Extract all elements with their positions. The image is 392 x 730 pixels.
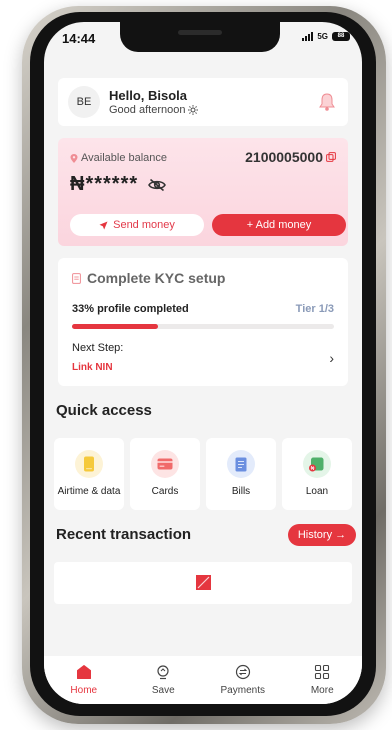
- svg-text:₦: ₦: [311, 466, 315, 472]
- kyc-progress-fill: [72, 324, 159, 329]
- location-pin-icon: [70, 153, 78, 163]
- nav-save[interactable]: Save: [124, 656, 204, 704]
- eye-off-icon[interactable]: [148, 178, 167, 192]
- nav-label: Home: [70, 685, 98, 696]
- bell-icon[interactable]: [318, 92, 336, 112]
- quick-access-loan[interactable]: ₦ Loan: [282, 438, 352, 510]
- nav-home[interactable]: Home: [44, 656, 124, 704]
- kyc-title: Complete KYC setup: [72, 270, 225, 286]
- loan-wallet-icon: ₦: [309, 457, 324, 472]
- qa-label: Bills: [231, 486, 251, 497]
- app-screen: 14:44 5G 88 BE Hello, Bisola Good aftern…: [44, 22, 362, 704]
- quick-access-cards[interactable]: Cards: [130, 438, 200, 510]
- grid-icon: [315, 664, 330, 680]
- add-money-label: + Add money: [246, 219, 312, 231]
- send-icon: [99, 221, 108, 229]
- bill-icon: [235, 457, 247, 471]
- balance-amount-text: ₦******: [70, 173, 139, 195]
- quick-access-bills[interactable]: Bills: [206, 438, 276, 510]
- balance-amount: ₦******: [70, 173, 167, 196]
- greeting-block: Hello, Bisola Good afternoon: [109, 88, 199, 116]
- speaker: [178, 30, 222, 35]
- payments-icon: [235, 664, 250, 680]
- qa-label: Airtime & data: [57, 486, 121, 497]
- send-money-button[interactable]: Send money: [70, 214, 204, 236]
- kyc-progress-bar: [72, 324, 334, 329]
- qa-icon-wrap: [75, 450, 103, 478]
- card-icon: [157, 458, 173, 470]
- copy-icon[interactable]: [326, 152, 336, 162]
- kyc-progress-text: 33% profile completed: [72, 303, 189, 315]
- balance-label: Available balance: [70, 152, 167, 164]
- qa-label: Cards: [151, 486, 179, 497]
- greeting-header: BE Hello, Bisola Good afternoon: [58, 78, 348, 126]
- next-step-label: Next Step:: [72, 342, 124, 354]
- battery-icon: 88: [332, 32, 350, 41]
- save-icon: [157, 665, 169, 680]
- balance-label-text: Available balance: [81, 152, 168, 164]
- greeting-subtitle-text: Good afternoon: [109, 104, 186, 116]
- avatar[interactable]: BE: [68, 86, 100, 118]
- home-icon: [76, 665, 91, 679]
- kyc-tier: Tier 1/3: [295, 303, 334, 315]
- history-button[interactable]: History →: [288, 524, 356, 546]
- phone-icon: [84, 456, 94, 472]
- document-icon: [72, 272, 81, 284]
- nav-more[interactable]: More: [283, 656, 363, 704]
- greeting-text: Hello, Bisola: [109, 88, 188, 103]
- nav-label: Save: [151, 685, 175, 696]
- quick-access-title: Quick access: [56, 402, 152, 419]
- greeting-subtitle: Good afternoon: [109, 104, 199, 116]
- status-icons: 5G 88: [302, 32, 350, 41]
- empty-transactions-icon: [196, 575, 211, 590]
- nav-payments[interactable]: Payments: [203, 656, 283, 704]
- nav-label: Payments: [220, 685, 265, 696]
- notch: [120, 22, 280, 52]
- chevron-right-icon[interactable]: ›: [329, 350, 334, 366]
- history-label: History →: [297, 529, 347, 541]
- qa-label: Loan: [305, 486, 329, 497]
- send-money-label: Send money: [113, 219, 175, 231]
- nav-label: More: [310, 685, 334, 696]
- transaction-list: [54, 562, 352, 604]
- account-number[interactable]: 2100005000: [245, 149, 336, 165]
- sun-icon: [188, 105, 199, 115]
- recent-transaction-title: Recent transaction: [56, 526, 192, 543]
- status-time: 14:44: [62, 31, 96, 46]
- qa-icon-wrap: [227, 450, 255, 478]
- add-money-button[interactable]: + Add money: [212, 214, 346, 236]
- quick-access-airtime-data[interactable]: Airtime & data: [54, 438, 124, 510]
- network-type: 5G: [317, 32, 328, 41]
- qa-icon-wrap: [151, 450, 179, 478]
- signal-icon: [302, 32, 314, 41]
- kyc-title-text: Complete KYC setup: [87, 270, 226, 286]
- account-number-text: 2100005000: [245, 149, 323, 165]
- bottom-nav: Home Save Payments More: [44, 656, 362, 704]
- qa-icon-wrap: ₦: [303, 450, 331, 478]
- balance-card: Available balance 2100005000 ₦****** Sen…: [58, 138, 348, 246]
- kyc-card[interactable]: Complete KYC setup 33% profile completed…: [58, 258, 348, 386]
- next-step-value[interactable]: Link NIN: [72, 362, 113, 373]
